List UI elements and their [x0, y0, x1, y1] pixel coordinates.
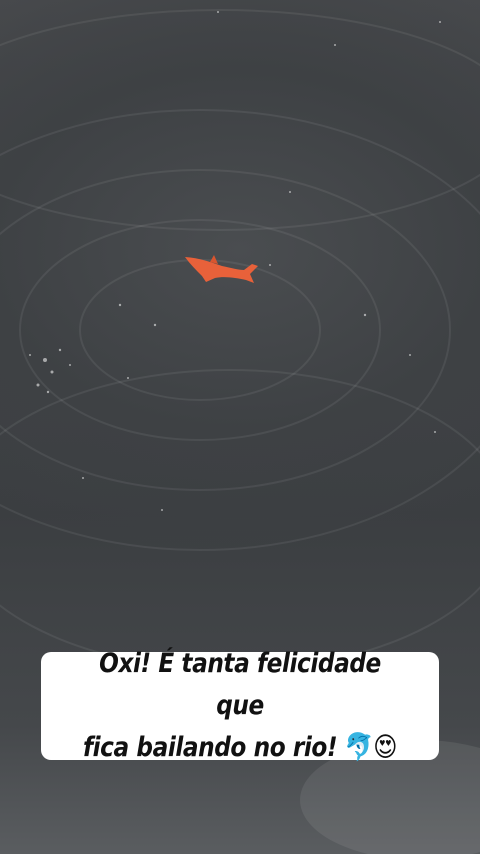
- video-frame: Oxi! É tanta felicidade que fica bailand…: [0, 0, 480, 854]
- water-splash: [29, 11, 441, 511]
- pink-dolphin: [185, 255, 258, 283]
- caption-text: Oxi! É tanta felicidade que fica bailand…: [77, 643, 402, 769]
- caption-line-2: fica bailando no rio!: [82, 732, 338, 763]
- caption-box: Oxi! É tanta felicidade que fica bailand…: [41, 648, 439, 763]
- caption-line-1: Oxi! É tanta felicidade que: [99, 648, 381, 721]
- dolphin-heart-eyes-emoji: 🐬😍: [344, 732, 398, 763]
